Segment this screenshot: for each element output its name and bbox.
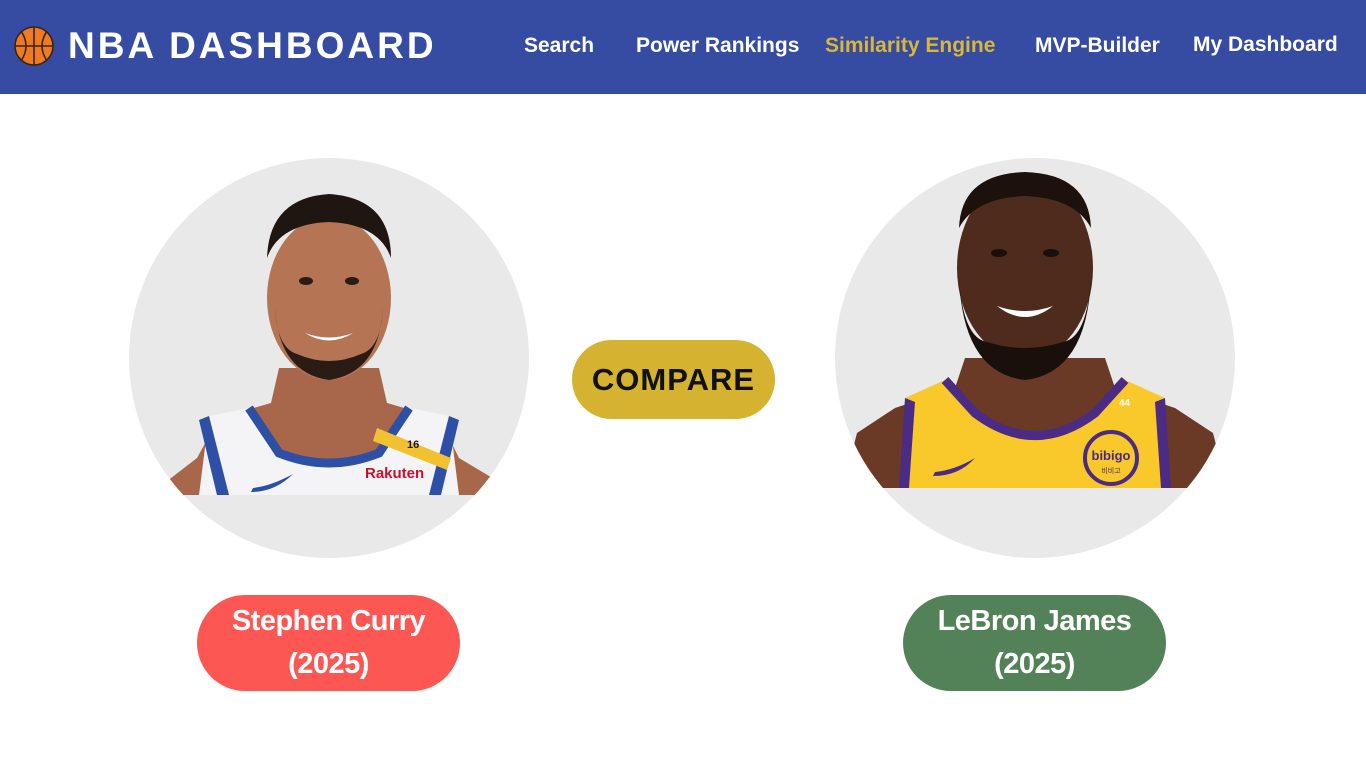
player-2-name-badge[interactable]: LeBron James (2025) bbox=[903, 595, 1166, 691]
player-1-name-badge[interactable]: Stephen Curry (2025) bbox=[197, 595, 460, 691]
nav-search[interactable]: Search bbox=[524, 33, 594, 59]
player-1-photo: 16 Rakuten bbox=[149, 194, 521, 495]
player-2-card[interactable]: 44 bibigo 비비고 bbox=[835, 158, 1235, 558]
basketball-icon bbox=[14, 26, 54, 66]
compare-button[interactable]: COMPARE bbox=[572, 340, 775, 419]
jersey-number: 16 bbox=[407, 439, 419, 451]
player-1-card[interactable]: 16 Rakuten bbox=[129, 158, 529, 558]
nav-mvp-builder[interactable]: MVP-Builder bbox=[1035, 33, 1160, 59]
player-1-year: (2025) bbox=[288, 648, 369, 680]
app-title: NBA DASHBOARD bbox=[68, 25, 437, 66]
jersey-sponsor: bibigo bbox=[1092, 448, 1131, 463]
player-2-photo: 44 bibigo 비비고 bbox=[843, 172, 1227, 488]
jersey-sponsor: Rakuten bbox=[365, 465, 424, 482]
nav-power-rankings[interactable]: Power Rankings bbox=[636, 33, 799, 59]
jersey-number: 44 bbox=[1119, 398, 1131, 409]
brand[interactable]: NBA DASHBOARD bbox=[14, 25, 437, 67]
player-2-name: LeBron James bbox=[937, 605, 1132, 637]
jersey-sponsor-sub: 비비고 bbox=[1101, 466, 1121, 475]
navbar: NBA DASHBOARD Search Power Rankings Simi… bbox=[0, 0, 1366, 94]
player-2-year: (2025) bbox=[994, 648, 1075, 680]
nav-similarity-engine[interactable]: Similarity Engine bbox=[825, 33, 995, 59]
player-1-name: Stephen Curry bbox=[231, 605, 426, 637]
nav-my-dashboard[interactable]: My Dashboard bbox=[1193, 32, 1338, 58]
